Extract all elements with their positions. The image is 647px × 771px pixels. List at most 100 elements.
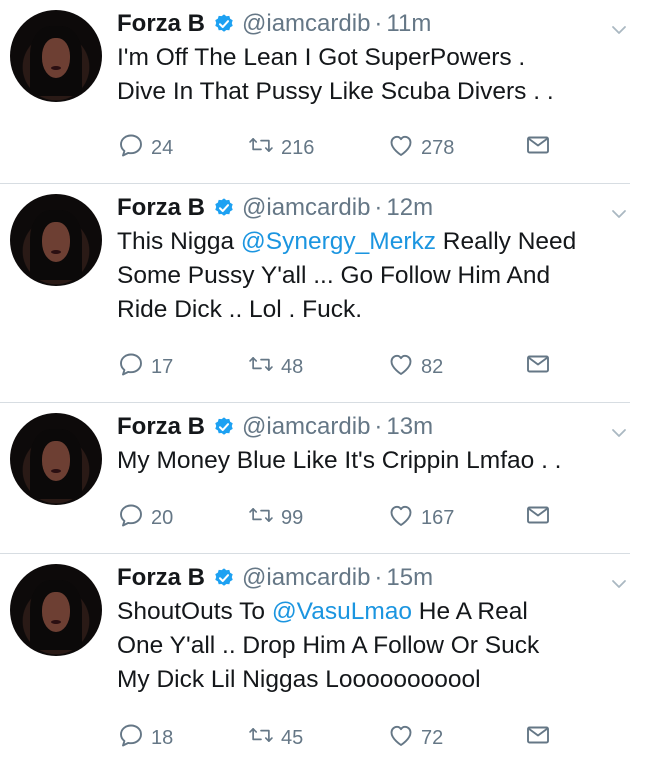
verified-badge-icon [213,197,235,219]
tweet-text-segment: One Y'all .. Drop Him A Follow Or Suck [117,632,540,659]
tweet-text-line: Dive In That Pussy Like Scuba Divers . . [117,75,637,109]
like-button[interactable]: 167 [387,503,454,533]
avatar-lips [51,250,61,254]
avatar-face [42,592,70,632]
retweet-icon [247,131,281,165]
avatar-face [42,38,70,78]
tweet[interactable]: Forza B @iamcardib · 11m I'm Off The Lea… [0,0,647,184]
tweet-text: I'm Off The Lean I Got SuperPowers . Dive… [117,41,637,109]
reply-button[interactable]: 20 [117,503,173,533]
reply-button[interactable]: 18 [117,723,173,753]
direct-message-button[interactable] [524,352,558,382]
separator-dot: · [374,413,383,440]
like-count: 278 [421,136,455,159]
user-handle[interactable]: @iamcardib [242,10,370,38]
tweet-text-segment: Some Pussy Y'all ... Go Follow Him And [117,262,551,289]
tweet-text: ShoutOuts To @VasuLmao He A Real One Y'al… [117,595,637,697]
tweet-timestamp[interactable]: 13m [386,413,433,441]
tweet-timestamp[interactable]: 15m [386,564,433,592]
avatar[interactable] [10,194,102,286]
chevron-down-icon[interactable] [611,576,627,592]
reply-icon [117,721,151,755]
heart-icon [387,721,421,755]
avatar[interactable] [10,10,102,102]
display-name[interactable]: Forza B [117,194,205,222]
separator-dot: · [374,194,383,221]
display-name[interactable]: Forza B [117,413,205,441]
direct-message-button[interactable] [524,503,558,533]
like-button[interactable]: 82 [387,352,443,382]
reply-button[interactable]: 24 [117,133,173,163]
retweet-count: 48 [281,355,304,378]
direct-message-button[interactable] [524,133,558,163]
tweet[interactable]: Forza B @iamcardib · 12m This Nigga @Syn… [0,184,647,403]
avatar[interactable] [10,413,102,505]
like-count: 167 [421,506,455,529]
display-name[interactable]: Forza B [117,564,205,592]
retweet-count: 99 [281,506,304,529]
direct-message-icon [524,350,558,384]
user-handle[interactable]: @iamcardib [242,194,370,222]
user-handle[interactable]: @iamcardib [242,413,370,441]
reply-count: 24 [151,136,174,159]
heart-icon [387,131,421,165]
like-count: 82 [421,355,444,378]
chevron-down-icon[interactable] [611,22,627,38]
like-button[interactable]: 72 [387,723,443,753]
tweet-text-line: Ride Dick .. Lol . Fuck. [117,293,637,327]
avatar-face [42,222,70,262]
verified-badge-icon [213,567,235,589]
direct-message-icon [524,131,558,165]
retweet-button[interactable]: 216 [247,133,314,163]
tweet-header: Forza B @iamcardib · 11m [117,6,431,42]
user-handle[interactable]: @iamcardib [242,564,370,592]
retweet-button[interactable]: 99 [247,503,303,533]
avatar-face [42,441,70,481]
tweet-text-segment: He A Real [412,598,528,625]
tweet-text-segment: This Nigga [117,228,241,255]
tweet-timestamp[interactable]: 11m [386,10,431,38]
tweet-text: This Nigga @Synergy_Merkz Really Need Som… [117,225,637,327]
chevron-down-icon[interactable] [611,206,627,222]
tweet-text-segment: Really Need [436,228,577,255]
tweet-text-line: I'm Off The Lean I Got SuperPowers . [117,41,637,75]
retweet-count: 216 [281,136,315,159]
mention-link[interactable]: @Synergy_Merkz [241,228,436,255]
chevron-down-icon[interactable] [611,425,627,441]
tweet-text-segment: Dive In That Pussy Like Scuba Divers . . [117,78,554,105]
retweet-button[interactable]: 45 [247,723,303,753]
tweet-text-segment: My Money Blue Like It's Crippin Lmfao . … [117,447,562,474]
mention-link[interactable]: @VasuLmao [272,598,412,625]
reply-icon [117,350,151,384]
like-count: 72 [421,726,444,749]
tweet-header: Forza B @iamcardib · 12m [117,190,433,226]
avatar-lips [51,620,61,624]
retweet-count: 45 [281,726,304,749]
direct-message-icon [524,721,558,755]
verified-badge-icon [213,416,235,438]
reply-count: 18 [151,726,174,749]
direct-message-button[interactable] [524,723,558,753]
reply-button[interactable]: 17 [117,352,173,382]
display-name[interactable]: Forza B [117,10,205,38]
retweet-icon [247,350,281,384]
tweet[interactable]: Forza B @iamcardib · 13m My Money Blue L… [0,403,647,554]
tweet-text-segment: My Dick Lil Niggas Looooooooool [117,666,481,693]
tweet-timestamp[interactable]: 12m [386,194,433,222]
retweet-button[interactable]: 48 [247,352,303,382]
verified-badge-icon [213,13,235,35]
tweet-text-line: Some Pussy Y'all ... Go Follow Him And [117,259,637,293]
heart-icon [387,350,421,384]
avatar[interactable] [10,564,102,656]
reply-icon [117,131,151,165]
tweet-text-line: This Nigga @Synergy_Merkz Really Need [117,225,637,259]
heart-icon [387,501,421,535]
tweet-text-line: My Dick Lil Niggas Looooooooool [117,663,637,697]
separator-dot: · [374,10,383,37]
like-button[interactable]: 278 [387,133,454,163]
tweet-header: Forza B @iamcardib · 13m [117,409,433,445]
tweet-text-line: ShoutOuts To @VasuLmao He A Real [117,595,637,629]
separator-dot: · [374,564,383,591]
tweet-text-segment: ShoutOuts To [117,598,272,625]
tweet[interactable]: Forza B @iamcardib · 15m ShoutOuts To @V… [0,554,647,771]
